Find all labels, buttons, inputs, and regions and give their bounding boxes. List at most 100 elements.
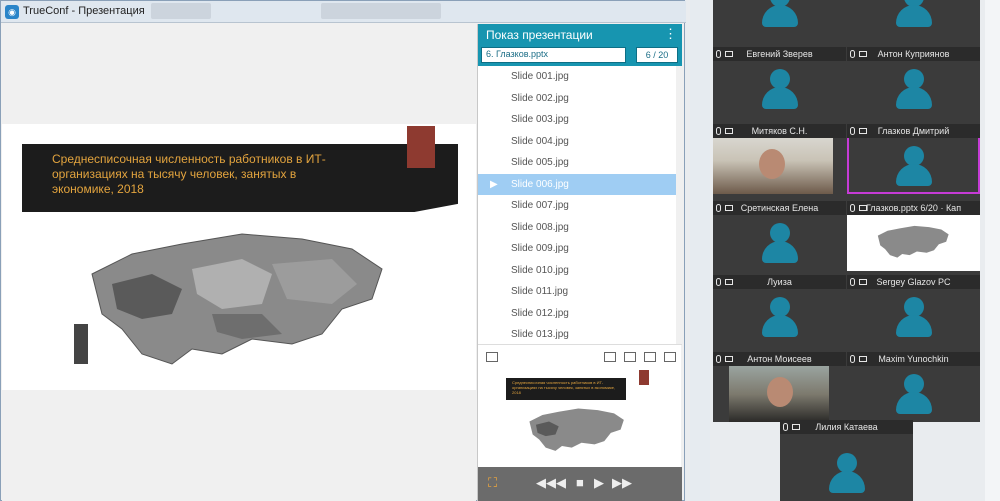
participant-tile[interactable]: Луиза bbox=[713, 275, 846, 345]
user-avatar-icon bbox=[827, 453, 867, 493]
slide-list-item[interactable]: Slide 005.jpg bbox=[478, 152, 676, 174]
slide-list-item[interactable]: Slide 012.jpg bbox=[478, 303, 676, 325]
move-slide-down-icon[interactable] bbox=[664, 352, 676, 362]
slide-list-item[interactable]: Slide 013.jpg bbox=[478, 324, 676, 344]
microphone-icon bbox=[850, 355, 855, 363]
slide-list-item[interactable]: Slide 004.jpg bbox=[478, 131, 676, 153]
participant-tile[interactable]: Лилия Катаева bbox=[780, 420, 913, 501]
participant-tile[interactable]: Митяков С.Н. bbox=[713, 124, 846, 194]
camera-icon bbox=[725, 205, 733, 211]
participant-video bbox=[729, 366, 829, 422]
microphone-icon bbox=[716, 204, 721, 212]
shared-screen-preview bbox=[867, 221, 957, 263]
participant-tile[interactable]: Sergey Glazov PC bbox=[847, 275, 980, 345]
slide-stage: Среднесписочная численность работников в… bbox=[2, 24, 476, 501]
slide-item-label: Slide 002.jpg bbox=[511, 92, 569, 104]
last-slide-icon[interactable]: ▶▶ bbox=[612, 476, 632, 490]
slide-item-label: Slide 003.jpg bbox=[511, 114, 569, 125]
slide-item-label: Slide 007.jpg bbox=[511, 200, 569, 211]
slide-list-item[interactable]: Slide 009.jpg bbox=[478, 238, 676, 260]
camera-icon bbox=[859, 128, 867, 134]
camera-icon bbox=[792, 424, 800, 430]
add-slide-icon[interactable] bbox=[604, 352, 616, 362]
panel-header: Показ презентации ⋮ 6. Глазков.pptx 6 / … bbox=[478, 24, 682, 66]
page-counter-field[interactable]: 6 / 20 bbox=[636, 47, 678, 63]
slide-list-item[interactable]: Slide 010.jpg bbox=[478, 260, 676, 282]
participant-tile[interactable]: Антон Куприянов bbox=[847, 47, 980, 117]
preview-accent-block bbox=[639, 370, 649, 385]
user-avatar-icon bbox=[894, 69, 934, 109]
russia-map-image bbox=[74, 233, 383, 365]
remove-slide-icon[interactable] bbox=[624, 352, 636, 362]
microphone-icon bbox=[783, 423, 788, 431]
move-slide-up-icon[interactable] bbox=[644, 352, 656, 362]
slide-item-label: Slide 011.jpg bbox=[511, 286, 569, 297]
slide-list-scrollbar[interactable] bbox=[676, 66, 682, 344]
previous-slide-icon[interactable]: ◀ bbox=[556, 476, 566, 490]
current-slide: Среднесписочная численность работников в… bbox=[2, 124, 476, 390]
first-slide-icon[interactable]: ◀◀ bbox=[536, 476, 556, 490]
participant-tile[interactable] bbox=[713, 0, 846, 35]
participant-tile[interactable] bbox=[847, 0, 980, 35]
user-avatar-icon bbox=[760, 297, 800, 337]
slide-item-label: Slide 008.jpg bbox=[511, 221, 569, 233]
camera-icon bbox=[725, 51, 733, 57]
slide-item-label: Slide 009.jpg bbox=[511, 243, 569, 254]
presentation-window: ◉ TrueConf - Презентация Среднесписочная… bbox=[0, 0, 686, 501]
participant-tile[interactable]: Антон Моисеев bbox=[713, 352, 846, 422]
participant-tile[interactable]: Maxim Yunochkin bbox=[847, 352, 980, 422]
next-slide-icon[interactable]: ▶ bbox=[594, 476, 604, 490]
trueconf-icon: ◉ bbox=[5, 5, 19, 19]
slide-preview: Среднесписочная численность работников в… bbox=[502, 370, 652, 460]
user-avatar-icon bbox=[894, 374, 934, 414]
fit-screen-icon[interactable] bbox=[486, 352, 498, 362]
user-avatar-icon bbox=[760, 69, 800, 109]
camera-icon bbox=[859, 51, 867, 57]
slide-item-label: Slide 013.jpg bbox=[511, 329, 569, 340]
camera-icon bbox=[725, 356, 733, 362]
microphone-icon bbox=[850, 127, 855, 135]
slide-list-item[interactable]: Slide 011.jpg bbox=[478, 281, 676, 303]
participant-tile[interactable]: Глазков Дмитрий bbox=[847, 124, 980, 194]
desktop-background bbox=[690, 0, 710, 501]
participant-tile[interactable]: Лилия Катаева bbox=[780, 420, 913, 501]
user-avatar-icon bbox=[894, 0, 934, 27]
stop-icon[interactable]: ■ bbox=[576, 476, 584, 490]
play-indicator-icon: ▶ bbox=[490, 178, 498, 190]
microphone-icon bbox=[850, 50, 855, 58]
participant-tile[interactable]: Сретинская Елена bbox=[713, 201, 846, 271]
slide-title: Среднесписочная численность работников в… bbox=[52, 152, 326, 196]
user-avatar-icon bbox=[760, 0, 800, 27]
slide-list-item[interactable]: Slide 002.jpg bbox=[478, 88, 676, 110]
slide-list[interactable]: Slide 001.jpg Slide 002.jpg Slide 003.jpg S… bbox=[478, 66, 676, 344]
presentation-file-field[interactable]: 6. Глазков.pptx bbox=[481, 47, 626, 63]
microphone-icon bbox=[850, 204, 855, 212]
microphone-icon bbox=[716, 127, 721, 135]
slide-item-label: Slide 006.jpg bbox=[511, 178, 569, 190]
camera-icon bbox=[725, 128, 733, 134]
slide-item-label: Slide 004.jpg bbox=[511, 135, 569, 147]
slide-list-item[interactable]: ▶ Slide 006.jpg bbox=[478, 173, 676, 195]
participant-video bbox=[713, 138, 833, 194]
preview-toolbar bbox=[478, 344, 682, 366]
slide-list-item[interactable]: Slide 008.jpg bbox=[478, 217, 676, 239]
fullscreen-icon[interactable]: ⛶ bbox=[488, 476, 497, 490]
user-avatar-icon bbox=[894, 297, 934, 337]
slide-list-item[interactable]: Slide 001.jpg bbox=[478, 66, 676, 88]
presentation-panel: Показ презентации ⋮ 6. Глазков.pptx 6 / … bbox=[477, 24, 682, 501]
preview-slide-title: Среднесписочная численность работников в… bbox=[512, 380, 616, 395]
slide-list-item[interactable]: Slide 007.jpg bbox=[478, 195, 676, 217]
camera-icon bbox=[725, 279, 733, 285]
slide-item-label: Slide 001.jpg bbox=[511, 71, 569, 82]
user-avatar-icon bbox=[760, 223, 800, 263]
user-avatar-icon bbox=[894, 146, 934, 186]
participant-tile[interactable]: Евгений Зверев bbox=[713, 47, 846, 117]
slide-item-label: Slide 005.jpg bbox=[511, 157, 569, 168]
slide-list-item[interactable]: Slide 003.jpg bbox=[478, 109, 676, 131]
microphone-icon bbox=[716, 278, 721, 286]
window-titlebar[interactable]: ◉ TrueConf - Презентация bbox=[1, 1, 686, 23]
background-window-ghost bbox=[151, 3, 211, 19]
participant-tile[interactable]: Глазков.pptx 6/20 · Кап bbox=[847, 201, 980, 271]
more-options-icon[interactable]: ⋮ bbox=[664, 27, 677, 40]
preview-map-image bbox=[529, 408, 624, 451]
